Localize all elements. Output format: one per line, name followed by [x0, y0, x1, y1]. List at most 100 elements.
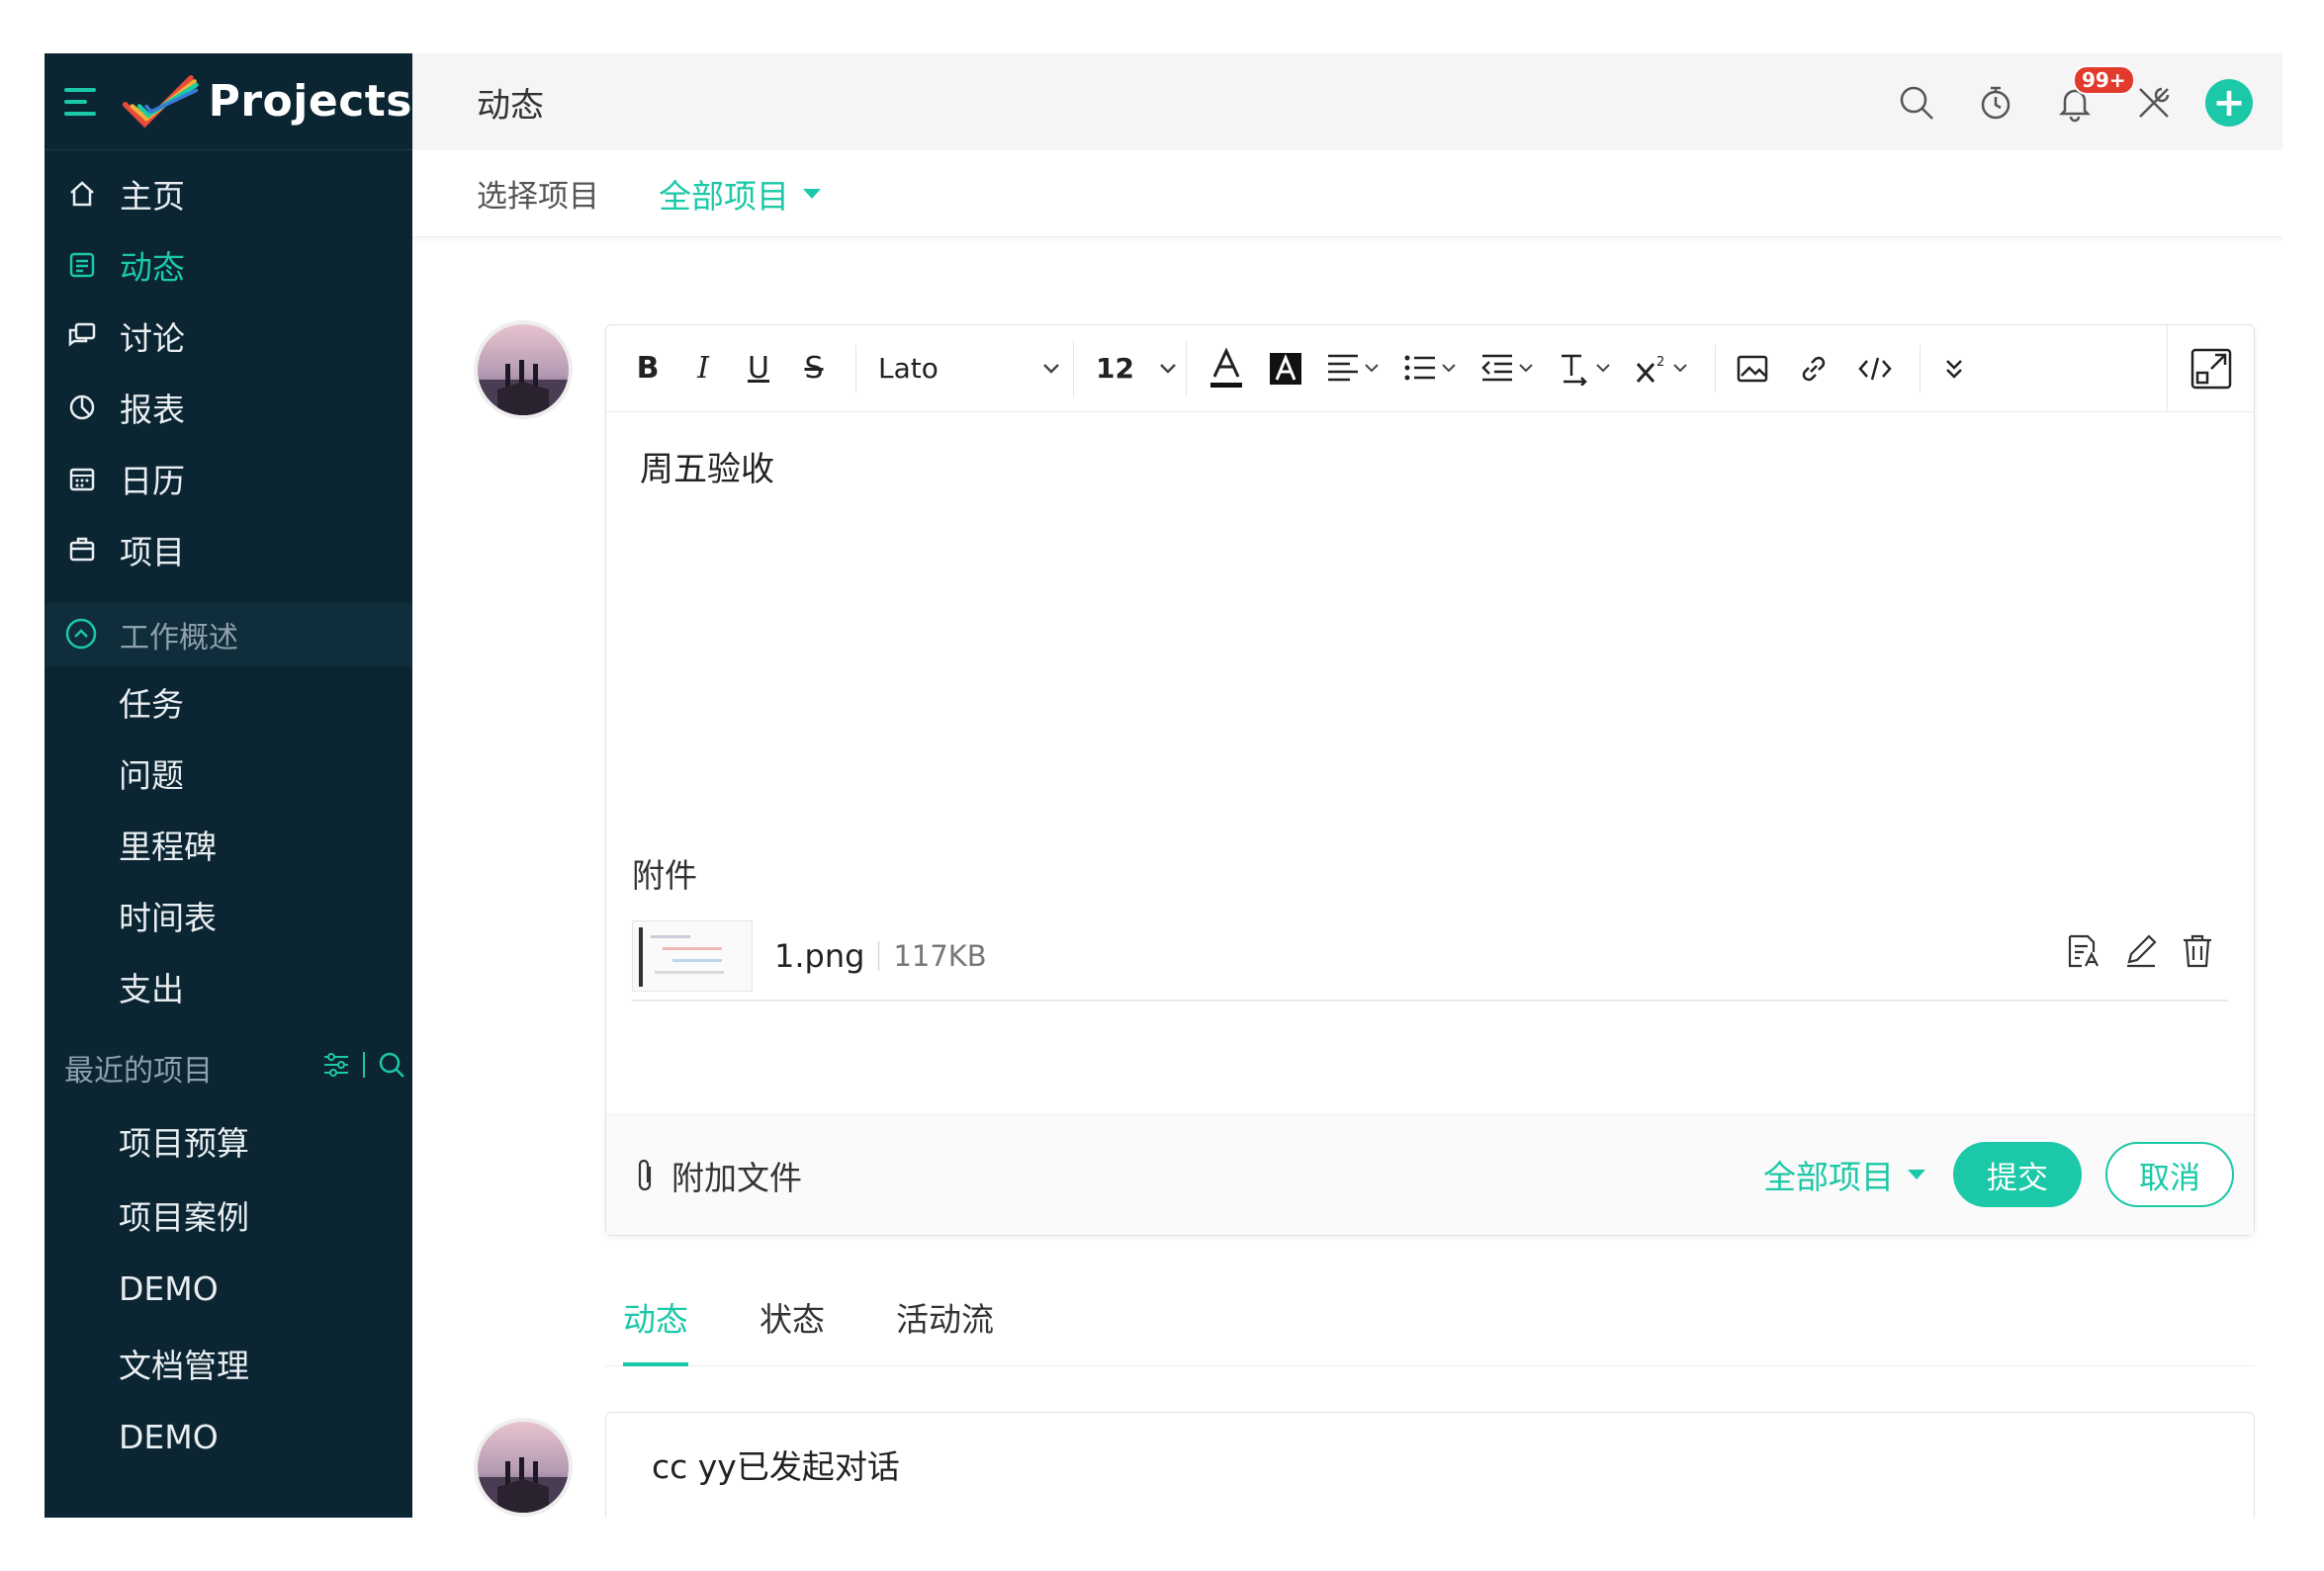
paperclip-icon [638, 1159, 652, 1190]
sidebar-item-tasks[interactable]: 任务 [45, 666, 412, 738]
line-height-button[interactable] [1551, 341, 1620, 396]
tools-divider [363, 1052, 365, 1078]
underline-button[interactable]: U [735, 341, 782, 396]
tools-icon[interactable] [2126, 75, 2182, 131]
insert-image-button[interactable] [1726, 341, 1779, 396]
sidebar-item-feed[interactable]: 动态 [45, 229, 412, 301]
trash-icon[interactable] [2181, 932, 2214, 970]
add-button[interactable]: + [2205, 79, 2253, 127]
text-direction-icon [1562, 354, 1610, 386]
annotate-icon[interactable] [2066, 932, 2101, 970]
attachment-thumbnail[interactable] [632, 920, 753, 992]
project-filter-dropdown[interactable]: 全部项目 [659, 170, 821, 218]
text-color-icon [1210, 346, 1242, 388]
search-icon[interactable] [377, 1050, 406, 1080]
composer-footer: 附加文件 全部项目 提交 取消 [606, 1114, 2254, 1235]
highlight-color-button[interactable] [1260, 341, 1311, 396]
project-filter-bar: 选择项目 全部项目 [412, 150, 2282, 237]
sidebar-item-label: 主页 [120, 177, 185, 216]
attachment-actions [2066, 932, 2214, 970]
sidebar-item-calendar[interactable]: 日历 [45, 443, 412, 514]
font-size-select[interactable]: 12 [1088, 340, 1187, 396]
sidebar-item-projects[interactable]: 项目 [45, 514, 412, 585]
attachment-file-size: 117KB [893, 939, 987, 973]
cancel-button[interactable]: 取消 [2105, 1142, 2234, 1207]
main-nav: 主页 动态 讨论 报表 日历 项目 [45, 158, 412, 585]
sidebar-item-discussion[interactable]: 讨论 [45, 301, 412, 372]
fullscreen-button[interactable] [2167, 325, 2254, 412]
calendar-icon [64, 461, 100, 496]
post-project-dropdown[interactable]: 全部项目 [1763, 1151, 1925, 1198]
file-meta-divider [878, 941, 880, 971]
bold-button[interactable]: B [624, 341, 671, 396]
submit-button[interactable]: 提交 [1953, 1142, 2082, 1207]
filter-label: 选择项目 [477, 179, 599, 215]
caret-down-icon [803, 188, 821, 199]
briefcase-icon [64, 532, 100, 567]
filter-sliders-icon[interactable] [321, 1050, 351, 1080]
expand-icon [2190, 348, 2231, 390]
timer-icon[interactable] [1968, 75, 2023, 131]
sidebar-item-timesheets[interactable]: 时间表 [45, 880, 412, 951]
hamburger-menu-icon[interactable] [64, 87, 97, 116]
editor-toolbar: B I U S Lato 12 2 [606, 325, 2254, 412]
sidebar-item-label: 日历 [120, 462, 185, 500]
align-button[interactable] [1319, 341, 1388, 396]
text-color-button[interactable] [1201, 341, 1252, 396]
chevron-down-icon [1160, 363, 1176, 374]
list-button[interactable] [1396, 341, 1466, 396]
work-overview-section[interactable]: 工作概述 [45, 603, 412, 666]
user-avatar[interactable] [478, 1422, 569, 1513]
strikethrough-button[interactable]: S [790, 341, 838, 396]
main-area: 动态 99+ + 选择项目 全部项目 B I U S Lato 12 2 周五验… [412, 53, 2282, 1518]
font-family-select[interactable]: Lato [866, 340, 1074, 396]
attach-file-button[interactable]: 附加文件 [632, 1152, 802, 1199]
sidebar-item-milestones[interactable]: 里程碑 [45, 809, 412, 880]
outdent-icon [1481, 354, 1533, 381]
recent-project-item[interactable]: 文档管理 [45, 1326, 412, 1400]
sidebar-item-label: 项目 [120, 533, 185, 571]
attachment-file-name[interactable]: 1.png [774, 937, 864, 975]
more-tools-button[interactable] [1930, 341, 1978, 396]
recent-project-item[interactable]: 项目案例 [45, 1178, 412, 1252]
post-project-value: 全部项目 [1763, 1158, 1894, 1196]
recent-project-item[interactable]: DEMO [45, 1252, 412, 1326]
brand-bar: Projects [45, 53, 412, 150]
sidebar: Projects 主页 动态 讨论 报表 日历 项目 工作概述 任务 问题 里程… [45, 53, 412, 1518]
insert-link-button[interactable] [1787, 341, 1840, 396]
double-chevron-down-icon [1946, 359, 1962, 379]
user-avatar[interactable] [478, 324, 569, 415]
activity-text: cc yy已发起对话 [652, 1447, 900, 1486]
notification-bell-icon[interactable]: 99+ [2047, 65, 2135, 131]
sidebar-item-reports[interactable]: 报表 [45, 372, 412, 443]
code-button[interactable] [1848, 341, 1902, 396]
italic-button[interactable]: I [679, 341, 727, 396]
brand-name: Projects [208, 76, 412, 127]
sidebar-item-issues[interactable]: 问题 [45, 738, 412, 809]
edit-pencil-icon[interactable] [2123, 932, 2159, 970]
recent-project-item[interactable]: 项目预算 [45, 1103, 412, 1178]
search-icon[interactable] [1889, 75, 1944, 131]
indent-button[interactable] [1474, 341, 1543, 396]
sidebar-item-expenses[interactable]: 支出 [45, 951, 412, 1022]
recent-tools [321, 1050, 406, 1080]
superscript-button[interactable]: 2 [1628, 341, 1697, 396]
tab-status[interactable]: 状态 [760, 1293, 825, 1366]
recent-projects-header: 最近的项目 [45, 1032, 412, 1103]
recent-project-item[interactable]: DEMO [45, 1400, 412, 1474]
link-icon [1802, 356, 1826, 381]
editor-content[interactable]: 周五验收 [606, 412, 2254, 849]
editor-text: 周五验收 [640, 450, 774, 489]
post-composer: B I U S Lato 12 2 周五验收 附件 1.png 117KB 附加… [605, 324, 2255, 1236]
page-title: 动态 [477, 85, 544, 126]
sidebar-item-home[interactable]: 主页 [45, 158, 412, 229]
align-left-icon [1328, 354, 1379, 381]
chevron-down-icon [1043, 363, 1059, 374]
font-size-value: 12 [1096, 352, 1134, 385]
bullet-list-icon [1404, 355, 1456, 380]
image-icon [1737, 355, 1768, 382]
chevron-up-circle-icon [64, 617, 100, 653]
projects-logo-icon [123, 74, 199, 128]
tab-feed[interactable]: 动态 [623, 1293, 688, 1366]
tab-activity-stream[interactable]: 活动流 [896, 1293, 994, 1366]
